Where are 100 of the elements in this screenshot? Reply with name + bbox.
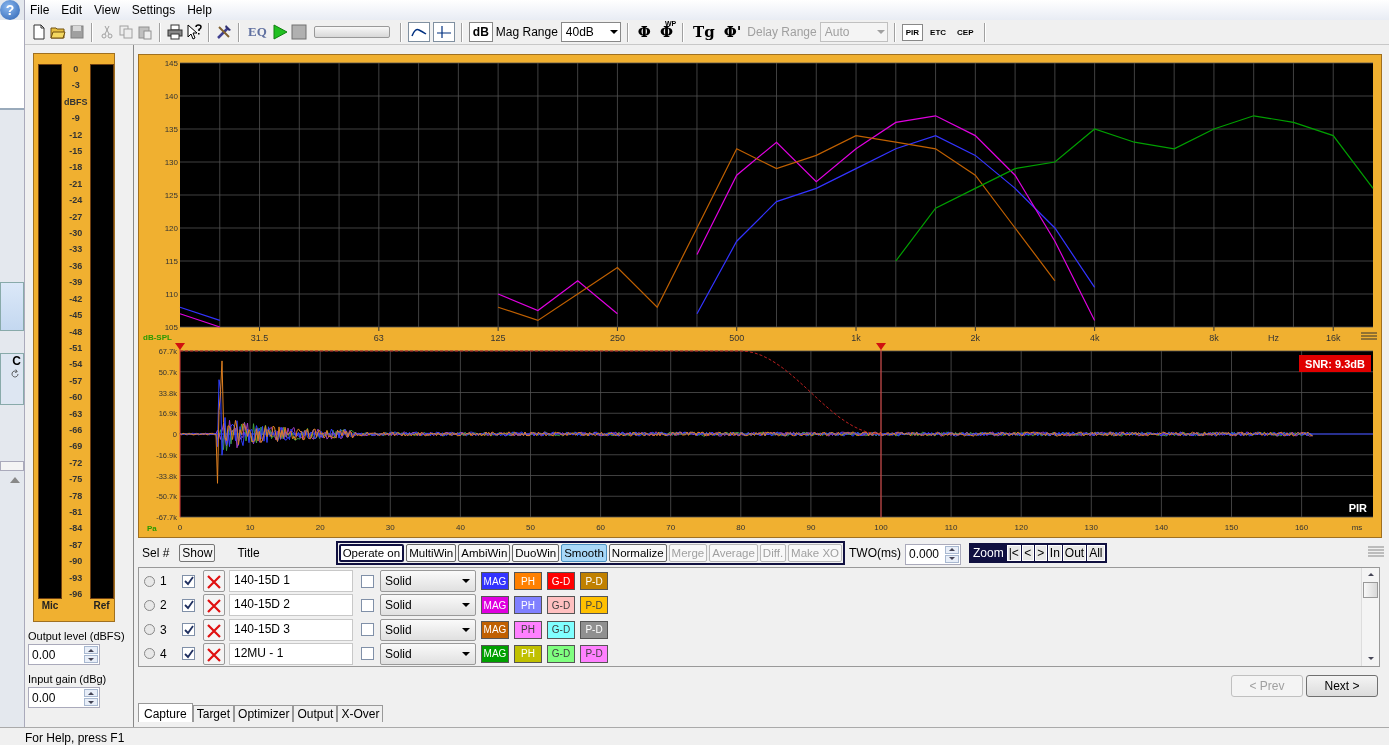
field-label: Input gain (dBg) — [28, 673, 108, 685]
scale-label: -72 — [69, 457, 83, 468]
axis-label: Hz — [1268, 333, 1280, 343]
operation-button[interactable]: Normalize — [608, 544, 667, 562]
operation-button[interactable]: Smooth — [561, 544, 607, 562]
tick-label: 105 — [164, 323, 178, 332]
menu-item[interactable]: File — [30, 3, 58, 17]
tab[interactable]: X-Over — [337, 705, 384, 722]
scale-label: -78 — [69, 490, 83, 501]
line-style-dropdown[interactable]: Solid — [380, 570, 476, 593]
plot-toggle-button[interactable]: MAG — [481, 620, 509, 639]
scale-label: -9 — [71, 113, 80, 124]
scale-label: -69 — [69, 441, 83, 452]
zoom-button[interactable]: > — [1034, 545, 1047, 561]
tick-label: 20 — [315, 523, 325, 532]
tick-label: 80 — [736, 523, 746, 532]
tick-label: 125 — [490, 333, 506, 343]
tick-label: 250 — [609, 333, 625, 343]
scale-label: -39 — [69, 277, 83, 288]
mag-range-dropdown[interactable]: 40dB — [560, 22, 621, 42]
tab[interactable]: Optimizer — [234, 705, 294, 722]
zoom-button[interactable]: In — [1047, 545, 1062, 561]
group-delay-button[interactable]: Tg — [690, 23, 718, 41]
zoom-button[interactable]: All — [1087, 545, 1105, 561]
operation-button[interactable]: Operate on — [338, 544, 405, 562]
tick-label: 130 — [1084, 523, 1098, 532]
phase-delay-button[interactable]: Φ' — [720, 23, 745, 41]
line-style-dropdown[interactable]: Solid — [380, 594, 476, 617]
plot-toggle-button[interactable]: G-D — [547, 596, 575, 615]
line-style-dropdown[interactable]: Solid — [380, 642, 476, 665]
scale-label: 0 — [73, 64, 79, 74]
plot-toggle-button[interactable]: G-D — [547, 620, 575, 639]
scale-label: -42 — [69, 293, 83, 304]
zoom-label: Zoom — [972, 546, 1005, 560]
menu-item[interactable]: Edit — [61, 3, 91, 17]
title-field[interactable]: 140-15D 2 — [229, 594, 353, 617]
axis-label: dB-SPL — [143, 333, 172, 342]
tick-label: 160 — [1294, 523, 1309, 532]
row-number: 2 — [159, 598, 168, 613]
number-spinner[interactable]: 0.00 — [28, 644, 100, 665]
plot-toggle-button[interactable]: P-D — [580, 596, 608, 615]
tab[interactable]: Capture — [138, 703, 193, 722]
tick-label: 125 — [164, 191, 178, 200]
plot-toggle-button[interactable]: PH — [514, 620, 542, 639]
scale-label: -33 — [69, 244, 83, 255]
zoom-button[interactable]: Out — [1062, 545, 1087, 561]
tick-label: 70 — [666, 523, 676, 532]
number-spinner[interactable]: 0.00 — [28, 687, 100, 708]
snr-badge: SNR: 9.3dB — [1299, 355, 1371, 372]
tick-label: 100 — [874, 523, 888, 532]
tick-label: 110 — [944, 523, 958, 532]
scale-label: -93 — [69, 572, 83, 583]
menu-item[interactable]: Settings — [131, 3, 184, 17]
tick-label: 40 — [455, 523, 465, 532]
next-button[interactable]: Next > — [1306, 675, 1378, 697]
view-button[interactable]: CEP — [953, 23, 978, 41]
operation-button[interactable]: DuoWin — [512, 544, 560, 562]
tab[interactable]: Target — [192, 705, 235, 722]
scale-label: -57 — [69, 375, 83, 386]
number-spinner[interactable]: 0.000 — [905, 543, 961, 565]
zoom-button[interactable]: |< — [1006, 545, 1021, 561]
tab[interactable]: Output — [293, 705, 338, 722]
scale-label: -90 — [69, 556, 83, 567]
channel-label: Mic — [41, 600, 59, 611]
scale-label: -24 — [69, 195, 83, 206]
tick-label: 50 — [526, 523, 535, 532]
title-field[interactable]: 140-15D 1 — [229, 570, 353, 593]
delay-range-label: Delay Range — [747, 25, 817, 39]
scale-label: -3 — [71, 80, 80, 91]
axis-label: ms — [1351, 523, 1363, 532]
scale-label: -36 — [69, 260, 83, 271]
tick-label: 120 — [164, 224, 178, 233]
eq-button[interactable]: EQ — [246, 24, 269, 40]
plot-toggle-button[interactable]: P-D — [580, 644, 608, 663]
view-button[interactable]: PIR — [901, 23, 924, 41]
show-button[interactable]: Show — [179, 544, 216, 562]
scale-label: dBFS — [64, 96, 88, 107]
scale-label: -21 — [69, 178, 83, 189]
scale-label: -75 — [69, 474, 83, 485]
line-style-dropdown[interactable]: Solid — [380, 618, 476, 641]
operation-button[interactable]: MultiWin — [406, 544, 457, 562]
row-number: 1 — [159, 574, 168, 589]
field-label: Output level (dBFS) — [28, 630, 126, 642]
panel-letter: C — [12, 354, 21, 368]
phase-button[interactable]: Φ — [634, 23, 654, 41]
zoom-button[interactable]: < — [1021, 545, 1034, 561]
menu-item[interactable]: Help — [187, 3, 220, 17]
db-button[interactable]: dB — [468, 22, 493, 42]
tick-label: 90 — [806, 523, 816, 532]
plot-toggle-button[interactable]: G-D — [547, 644, 575, 663]
menu-item[interactable]: View — [94, 3, 128, 17]
plot-toggle-button[interactable]: MAG — [481, 596, 509, 615]
plot-toggle-button[interactable]: MAG — [481, 572, 509, 591]
operation-button[interactable]: AmbiWin — [458, 544, 511, 562]
view-button[interactable]: ETC — [926, 23, 951, 41]
scale-label: -81 — [69, 506, 83, 517]
tick-label: 115 — [165, 257, 178, 266]
title-field[interactable]: 12MU - 1 — [229, 642, 353, 665]
plot-toggle-button[interactable]: G-D — [547, 572, 575, 591]
title-field[interactable]: 140-15D 3 — [229, 618, 353, 641]
